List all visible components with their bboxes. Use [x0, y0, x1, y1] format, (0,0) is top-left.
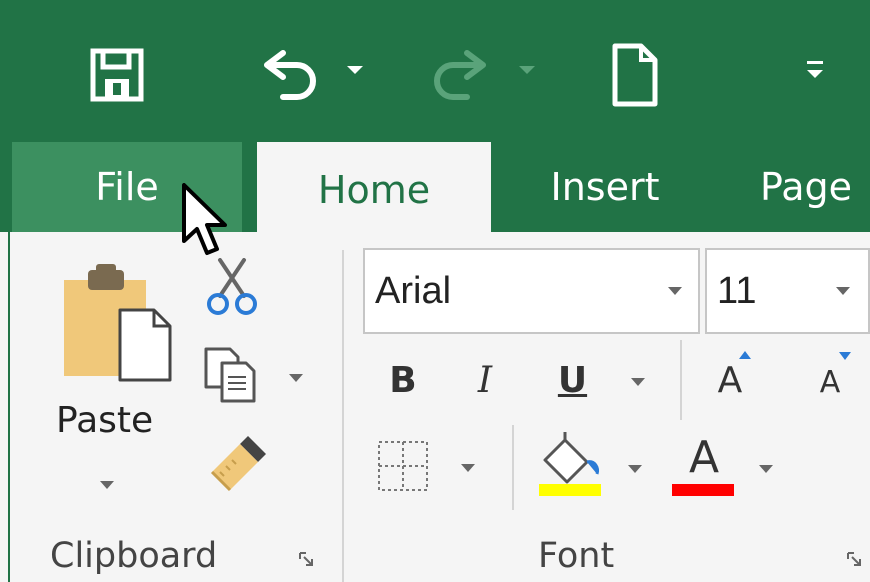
bold-button[interactable]: B: [378, 350, 428, 410]
format-painter-button[interactable]: [200, 432, 270, 497]
font-group-label: Font: [538, 536, 615, 576]
chevron-down-icon: [628, 465, 642, 473]
tab-insert-label: Insert: [550, 165, 660, 209]
paste-label: Paste: [56, 400, 154, 441]
italic-label: I: [477, 359, 493, 401]
redo-icon: [434, 50, 486, 100]
redo-button[interactable]: [420, 40, 500, 110]
arrow-up-icon: [739, 351, 751, 359]
borders-icon: [378, 441, 428, 491]
bold-label: B: [389, 359, 417, 401]
undo-button[interactable]: [250, 40, 330, 110]
undo-icon: [264, 50, 316, 100]
undo-dropdown[interactable]: [340, 55, 370, 85]
paste-button[interactable]: Paste: [44, 258, 184, 503]
underline-button[interactable]: U: [545, 350, 600, 410]
font-name-value: Arial: [375, 269, 452, 312]
redo-dropdown[interactable]: [512, 55, 542, 85]
chevron-down-icon[interactable]: [667, 286, 683, 296]
scissors-icon: [207, 258, 257, 315]
font-separator: [512, 425, 514, 510]
dialog-launcher-icon[interactable]: [846, 551, 864, 569]
font-name-combo[interactable]: Arial: [363, 248, 700, 334]
mouse-pointer-icon: [182, 183, 227, 255]
tab-insert[interactable]: Insert: [520, 142, 690, 232]
chevron-down-icon: [519, 66, 535, 74]
paint-bucket-icon: [539, 432, 601, 496]
fill-color-button[interactable]: [535, 430, 655, 500]
tab-home[interactable]: Home: [257, 142, 491, 238]
save-button[interactable]: [82, 40, 152, 110]
dialog-launcher-icon[interactable]: [298, 551, 316, 569]
customize-qat-button[interactable]: [795, 50, 835, 90]
underline-label: U: [557, 359, 588, 401]
font-color-button[interactable]: A: [670, 430, 790, 500]
copy-icon: [204, 347, 256, 403]
italic-button[interactable]: I: [460, 350, 510, 410]
font-color-glyph: A: [688, 431, 720, 483]
copy-button[interactable]: [200, 345, 310, 405]
new-document-icon: [612, 43, 658, 107]
tab-file-label: File: [95, 165, 159, 209]
paintbrush-icon: [210, 436, 266, 492]
borders-button[interactable]: [375, 438, 485, 498]
clipboard-icon: [64, 264, 172, 382]
chevron-down-icon: [759, 465, 773, 473]
new-document-button[interactable]: [605, 36, 665, 114]
chevron-down-icon[interactable]: [835, 286, 851, 296]
tab-page-layout[interactable]: Page: [760, 142, 870, 232]
title-bar: [0, 0, 870, 140]
font-size-combo[interactable]: 11: [705, 248, 870, 334]
ribbon-left-border: [8, 232, 10, 582]
tab-home-label: Home: [317, 168, 431, 212]
chevron-down-icon: [347, 66, 363, 74]
increase-font-size-button[interactable]: A: [700, 350, 760, 410]
font-separator: [680, 340, 682, 420]
clipboard-group-label: Clipboard: [50, 536, 218, 576]
save-icon: [90, 48, 144, 102]
increase-font-glyph: A: [717, 359, 743, 401]
decrease-font-size-button[interactable]: A: [800, 352, 860, 410]
font-color-bar: [672, 484, 734, 496]
chevron-down-icon[interactable]: [630, 377, 646, 387]
chevron-down-icon: [289, 374, 303, 382]
customize-qat-icon: [807, 61, 823, 78]
group-separator: [342, 250, 344, 582]
font-size-value: 11: [717, 269, 757, 312]
tab-page-label: Page: [760, 165, 852, 209]
decrease-font-glyph: A: [819, 365, 841, 400]
chevron-down-icon: [100, 481, 114, 489]
arrow-down-icon: [839, 352, 851, 360]
chevron-down-icon: [461, 464, 475, 472]
cut-button[interactable]: [200, 258, 270, 318]
